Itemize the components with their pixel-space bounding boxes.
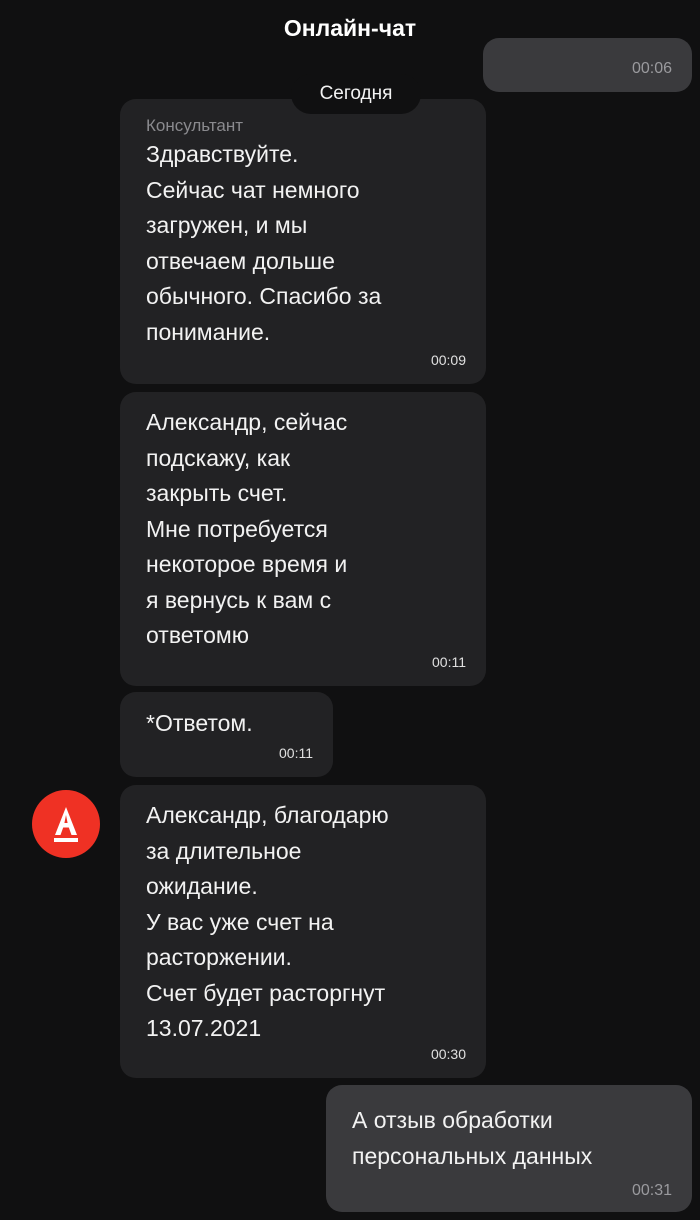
alfa-bank-logo-icon	[54, 807, 78, 842]
message-time: 00:30	[430, 1046, 466, 1062]
page-title: Онлайн-чат	[283, 14, 417, 41]
message-text: Александр, сейчас подскажу, как закрыть …	[146, 409, 348, 648]
message-text: *Ответом.	[146, 710, 253, 736]
message-time: 00:31	[631, 1182, 672, 1199]
message-bubble-outgoing[interactable]: А отзыв обработки персональных данных 00…	[326, 1085, 692, 1212]
message-text: Александр, благодарю за длительное ожида…	[146, 802, 389, 1041]
message-bubble-incoming[interactable]: Консультант Здравствуйте. Сейчас чат нем…	[120, 99, 486, 384]
message-time: 00:11	[432, 654, 466, 670]
message-time: 00:09	[430, 352, 466, 368]
message-bubble-outgoing[interactable]: 00:06	[483, 38, 692, 92]
bank-avatar	[32, 790, 100, 858]
message-sender: Консультант	[146, 116, 244, 135]
message-text: А отзыв обработки персональных данных	[352, 1107, 593, 1169]
message-time: 00:11	[279, 745, 313, 761]
message-time: 00:06	[631, 60, 672, 77]
date-separator: Сегодня	[291, 74, 421, 114]
message-bubble-incoming[interactable]: Александр, сейчас подскажу, как закрыть …	[120, 392, 486, 686]
message-bubble-incoming[interactable]: *Ответом. 00:11	[120, 692, 333, 777]
message-text: Здравствуйте. Сейчас чат немного загруже…	[146, 141, 382, 345]
message-bubble-incoming[interactable]: Александр, благодарю за длительное ожида…	[120, 785, 486, 1078]
